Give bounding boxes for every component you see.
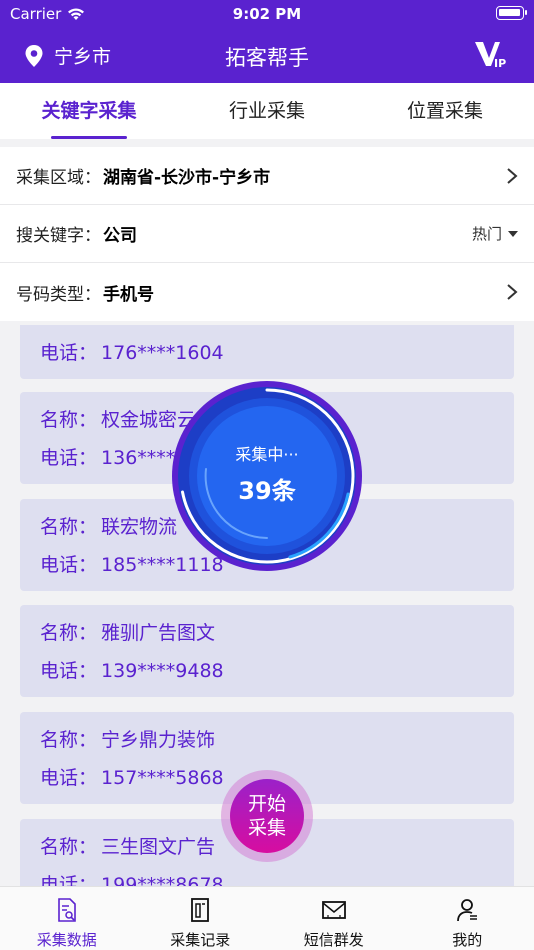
region-row[interactable]: 采集区域： 湖南省-长沙市-宁乡市	[0, 147, 534, 205]
tabbar-item-collect-records[interactable]: 采集记录	[134, 887, 268, 950]
keyword-label: 搜关键字：	[16, 226, 101, 246]
hot-label: 热门	[471, 225, 502, 243]
phone-key: 电话：	[40, 447, 98, 469]
keyword-row[interactable]: 搜关键字： 公司 热门	[0, 205, 534, 263]
item-phone: 157****5868	[101, 767, 224, 789]
page-title: 拓客帮手	[225, 46, 309, 70]
nav-bar: 宁乡市 拓客帮手 IP	[0, 30, 534, 80]
progress-text: 采集中··· 39条	[170, 379, 364, 573]
item-phone: 136****	[101, 447, 176, 469]
phone-key: 电话：	[40, 554, 98, 576]
name-key: 名称：	[40, 836, 98, 858]
records-icon	[191, 898, 210, 922]
tabbar-item-sms-broadcast[interactable]: 短信群发	[267, 887, 401, 950]
item-phone: 176****1604	[101, 342, 224, 364]
app-header: Carrier 9:02 PM 宁乡市 拓客帮手 IP	[0, 0, 534, 83]
phone-key: 电话：	[40, 342, 98, 364]
name-key: 名称：	[40, 729, 98, 751]
document-search-icon	[57, 898, 76, 922]
status-bar: Carrier 9:02 PM	[0, 0, 534, 28]
status-time: 9:02 PM	[232, 5, 302, 23]
number-type-row[interactable]: 号码类型： 手机号	[0, 263, 534, 321]
tab-location-collect[interactable]: 位置采集	[356, 83, 534, 139]
tabbar-label: 采集数据	[36, 931, 97, 949]
item-name: 三生图文广告	[101, 836, 216, 858]
tab-keyword-collect[interactable]: 关键字采集	[0, 83, 178, 139]
caret-down-icon	[508, 230, 518, 237]
collect-form: 采集区域： 湖南省-长沙市-宁乡市 搜关键字： 公司 热门 号码类型： 手机号	[0, 147, 534, 321]
keyword-value: 公司	[103, 226, 137, 246]
hot-keywords-dropdown[interactable]: 热门	[472, 223, 518, 244]
tabbar-item-mine[interactable]: 我的	[401, 887, 534, 950]
start-collect-label: 开始采集	[230, 779, 304, 853]
start-collect-button[interactable]: 开始采集	[221, 770, 313, 862]
item-name: 联宏物流	[101, 516, 178, 538]
svg-text:IP: IP	[494, 57, 506, 68]
item-name: 雅驯广告图文	[101, 622, 216, 644]
name-key: 名称：	[40, 516, 98, 538]
region-label: 采集区域：	[16, 168, 101, 188]
tab-industry-collect[interactable]: 行业采集	[178, 83, 356, 139]
name-key: 名称：	[40, 622, 98, 644]
item-phone: 199****8678	[101, 874, 224, 886]
phone-key: 电话：	[40, 660, 98, 682]
number-type-value: 手机号	[103, 284, 154, 305]
phone-key: 电话：	[40, 767, 98, 789]
progress-status: 采集中···	[235, 444, 299, 464]
tabbar-label: 采集记录	[170, 931, 231, 949]
name-key: 名称：	[40, 409, 98, 431]
progress-count: 39条	[238, 476, 296, 505]
list-item[interactable]: 名称： 雅驯广告图文 电话： 139****9488	[20, 605, 514, 697]
tabbar-label: 短信群发	[303, 931, 364, 949]
region-value: 湖南省-长沙市-宁乡市	[103, 168, 271, 188]
tabbar-label: 我的	[452, 931, 483, 949]
chevron-right-icon	[507, 168, 518, 184]
tabbar-item-collect-data[interactable]: 采集数据	[0, 887, 134, 950]
collection-tabs: 关键字采集 行业采集 位置采集	[0, 83, 534, 139]
item-name: 宁乡鼎力装饰	[101, 729, 216, 751]
mail-icon	[321, 901, 346, 919]
phone-key: 电话：	[40, 874, 98, 886]
battery-icon	[496, 6, 527, 20]
name-key: 名称：	[40, 325, 97, 339]
number-type-label: 号码类型：	[16, 284, 101, 305]
chevron-right-icon	[507, 284, 518, 300]
collect-progress: 采集中··· 39条	[170, 379, 364, 573]
bottom-tab-bar: 采集数据 采集记录 短信群发 我的	[0, 886, 534, 950]
vip-icon[interactable]: IP	[474, 38, 508, 68]
user-icon	[457, 899, 478, 922]
list-item[interactable]: 名称： 电话：176****1604	[20, 325, 514, 379]
item-phone: 139****9488	[101, 660, 224, 682]
